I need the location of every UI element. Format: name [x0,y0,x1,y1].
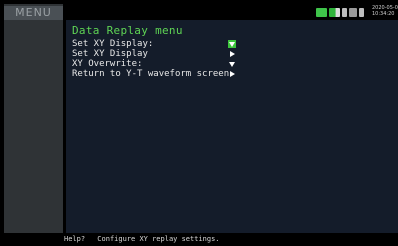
lock-icon [342,7,347,17]
chevron-down-icon[interactable] [228,60,236,68]
datetime-display: 2020-05-0 10:34:20 [372,5,398,17]
chevron-right-icon[interactable] [228,70,236,78]
chevron-right-icon[interactable] [228,50,236,58]
help-text: Help? Configure XY replay settings. [64,234,220,245]
menu-item-label: Set XY Display [72,49,148,59]
memory-gauge-icon [329,7,340,17]
panel-title: Data Replay menu [72,24,183,37]
menu-list: Set XY Display: Set XY Display XY Overwr… [72,39,242,79]
menu-item-label: Return to Y-T waveform screen [72,69,230,79]
status-icons [316,6,364,18]
usb-icon [359,7,364,17]
storage-green-icon [316,7,327,17]
menu-item-xy-overwrite[interactable]: XY Overwrite: [72,59,242,69]
menu-item-set-xy-display-mode[interactable]: Set XY Display: [72,39,242,49]
time-text: 10:34:20 [372,11,395,17]
help-prefix: Help? [64,235,86,243]
chevron-down-icon[interactable] [228,40,236,48]
card-icon [349,7,357,17]
menu-item-return-yt[interactable]: Return to Y-T waveform screen [72,69,242,79]
help-message: Configure XY replay settings. [97,235,220,243]
device-screen: MENU 2020-05-0 10:34:20 Data Replay menu… [0,0,398,246]
help-bar: Help? Configure XY replay settings. [0,233,398,246]
menu-item-set-xy-display[interactable]: Set XY Display [72,49,242,59]
data-replay-panel: Data Replay menu Set XY Display: Set XY … [66,20,398,233]
menu-item-label: Set XY Display: [72,39,154,49]
menu-title[interactable]: MENU [4,6,63,20]
menu-item-label: XY Overwrite: [72,59,143,69]
menu-sidebar: MENU [4,4,63,233]
